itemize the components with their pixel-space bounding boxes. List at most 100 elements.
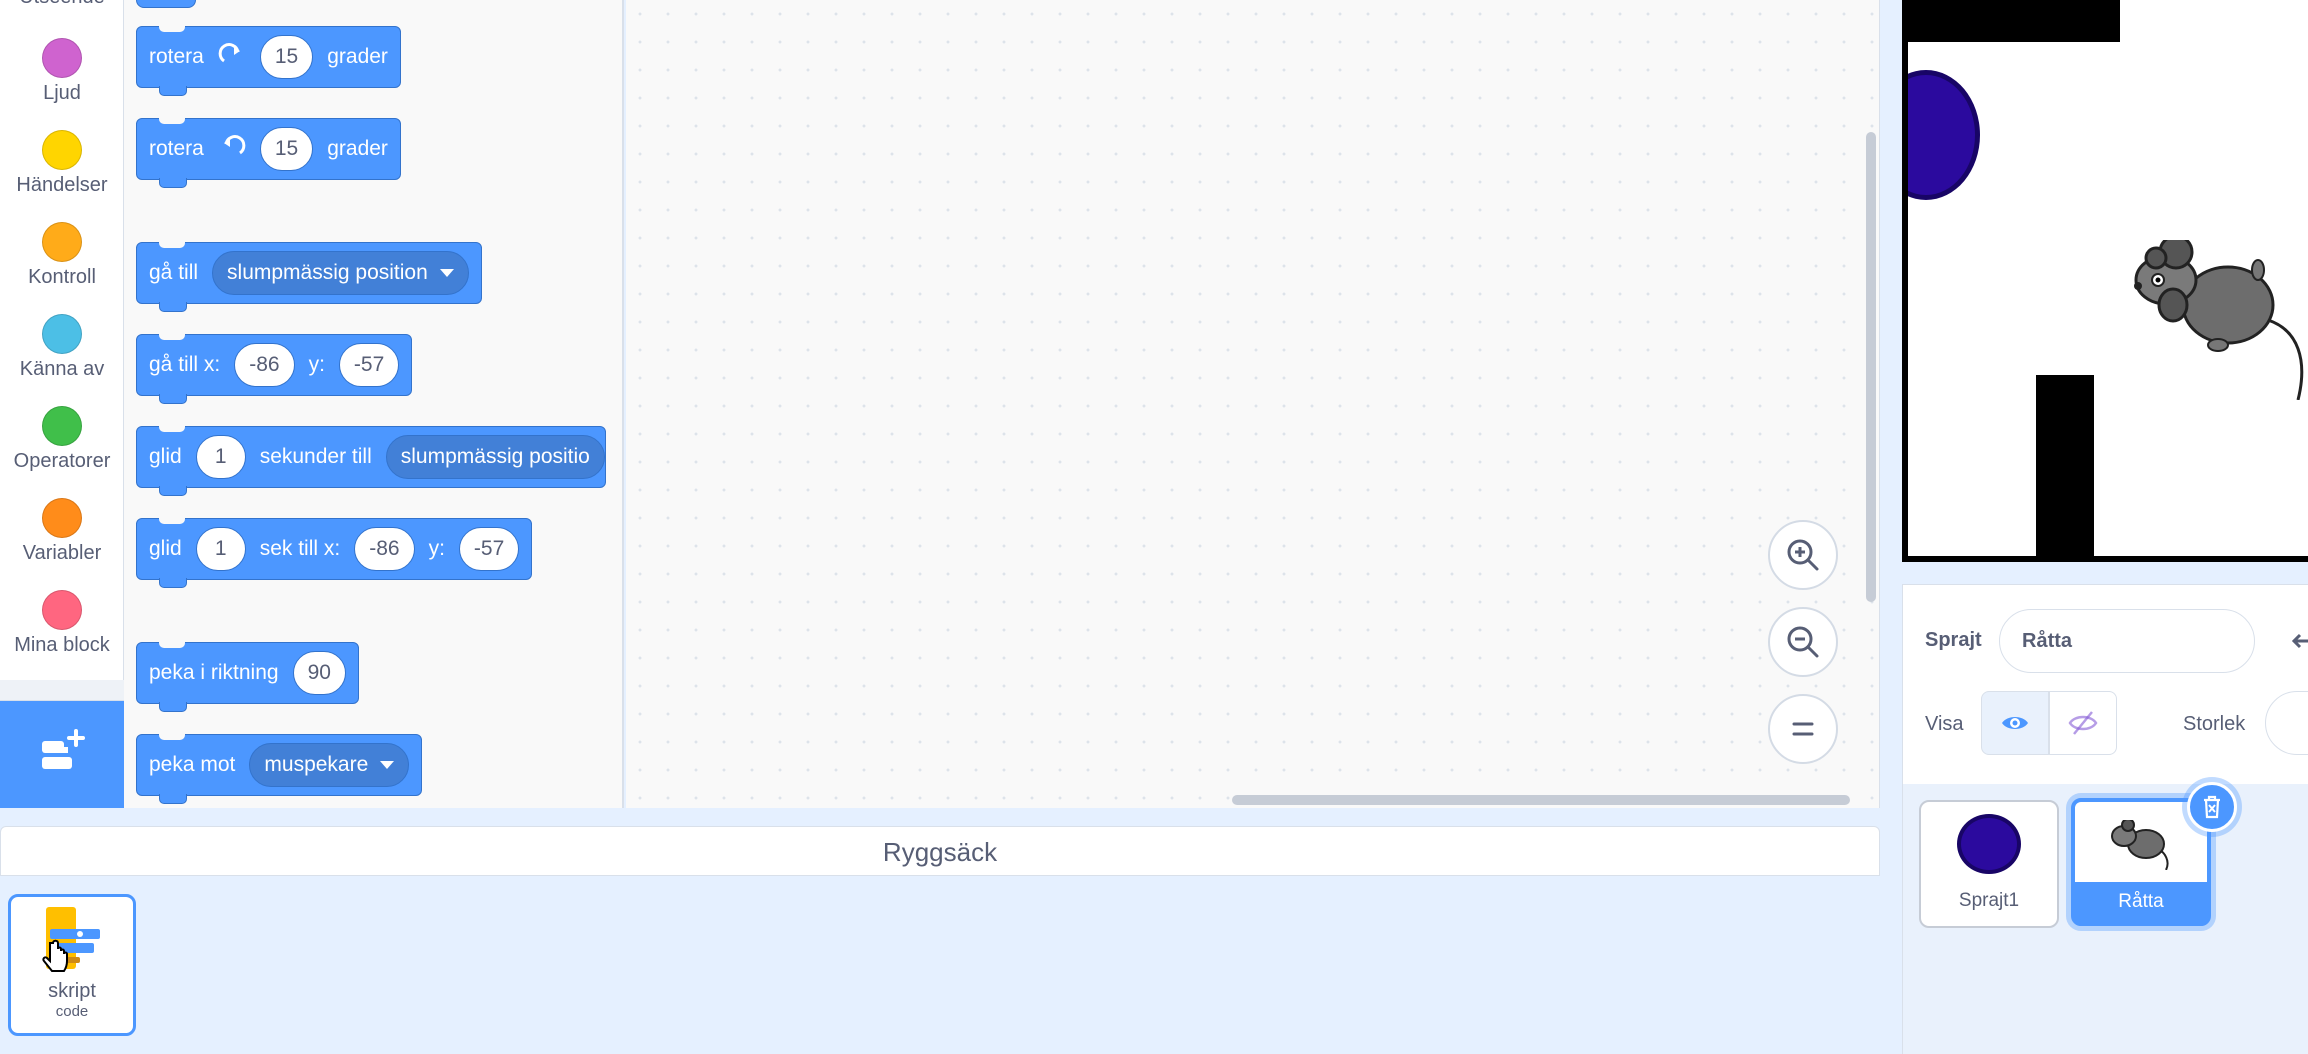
sprite-thumbnail	[2111, 818, 2169, 871]
category-label: Händelser	[16, 174, 108, 196]
my-blocks-category-icon	[42, 590, 82, 630]
category-variables[interactable]: Variabler	[0, 498, 124, 565]
size-label: Storlek	[2183, 713, 2246, 735]
trash-icon	[2204, 795, 2220, 819]
category-events[interactable]: Händelser	[0, 130, 124, 197]
sprite-name-value: Råtta	[2022, 630, 2073, 652]
block-palette: rotera 15 grader rotera 15 grader gå til…	[124, 0, 624, 808]
seconds-input[interactable]: 1	[195, 527, 246, 571]
block-label: peka mot	[149, 753, 236, 776]
category-label: Variabler	[22, 542, 102, 564]
stage[interactable]	[1902, 0, 2308, 562]
backpack-header[interactable]: Ryggsäck	[0, 826, 1880, 876]
category-operators[interactable]: Operatorer	[0, 406, 124, 473]
script-workspace[interactable]	[626, 0, 1880, 808]
backpack-title: Ryggsäck	[882, 837, 998, 867]
sprite-name-label: Sprajt	[1925, 629, 1982, 651]
backpack-item-type: code	[55, 1003, 89, 1020]
show-sprite-button[interactable]	[1981, 691, 2049, 755]
arrow-left-icon	[2291, 633, 2308, 649]
add-extension-button[interactable]	[0, 700, 124, 808]
point-towards-block[interactable]: peka mot muspekare	[136, 733, 423, 804]
x-input[interactable]: -86	[234, 343, 295, 387]
sprite-tile-name: Råtta	[2075, 882, 2207, 926]
zoom-reset-button[interactable]	[1768, 694, 1838, 764]
block-label: y:	[308, 353, 325, 376]
backpack-item-name: skript	[48, 980, 96, 1002]
category-scroll-fade	[0, 680, 124, 700]
chevron-down-icon	[380, 761, 395, 769]
turn-right-block[interactable]: rotera 15 grader	[136, 25, 401, 96]
glide-xy-block[interactable]: glid 1 sek till x: -86 y: -57	[136, 517, 533, 588]
dropdown-value: slumpmässig positio	[400, 445, 590, 468]
category-label: Känna av	[19, 358, 105, 380]
add-extension-icon	[42, 729, 85, 769]
zoom-in-button[interactable]	[1768, 520, 1838, 590]
zoom-in-icon	[1787, 539, 1819, 571]
block-label: glid	[149, 537, 182, 560]
goto-target-dropdown[interactable]: slumpmässig position	[212, 251, 469, 295]
category-looks[interactable]: Utseende	[0, 0, 124, 9]
backpack-item[interactable]: skript code	[8, 894, 136, 1036]
glide-block[interactable]: glid 1 sekunder till slumpmässig positio	[136, 425, 606, 496]
category-label: Operatorer	[13, 450, 111, 472]
glide-target-dropdown[interactable]: slumpmässig positio	[385, 435, 605, 479]
sound-category-icon	[42, 38, 82, 78]
eye-slash-icon	[2068, 711, 2098, 735]
sprite-info-panel: Sprajt Råtta Visa Storlek	[1902, 584, 2308, 784]
block-label: grader	[327, 137, 388, 160]
block-label: sekunder till	[259, 445, 372, 468]
rotate-counterclockwise-icon	[223, 135, 246, 155]
eye-icon	[2002, 717, 2028, 729]
delete-sprite-button[interactable]	[2187, 782, 2237, 832]
x-input[interactable]: -86	[354, 527, 415, 571]
turn-left-block[interactable]: rotera 15 grader	[136, 117, 401, 188]
sensing-category-icon	[42, 314, 82, 354]
point-towards-dropdown[interactable]: muspekare	[249, 743, 410, 787]
mouse-sprite[interactable]	[2118, 240, 2308, 400]
category-label: Mina block	[14, 634, 110, 656]
operators-category-icon	[42, 406, 82, 446]
degrees-input[interactable]: 15	[259, 127, 314, 171]
rotate-clockwise-icon	[218, 43, 240, 63]
backpack-list	[0, 876, 1880, 1054]
equals-icon	[1792, 722, 1814, 736]
dropdown-value: muspekare	[264, 753, 369, 776]
size-input[interactable]	[2265, 691, 2308, 755]
direction-input[interactable]: 90	[292, 651, 346, 695]
degrees-input[interactable]: 15	[259, 35, 314, 79]
sprite-ball[interactable]	[1908, 70, 1980, 200]
variables-category-icon	[42, 498, 82, 538]
seconds-input[interactable]: 1	[195, 435, 246, 479]
sprite-name-input[interactable]: Råtta	[1999, 609, 2255, 673]
block-label: rotera	[149, 45, 204, 68]
category-my-blocks[interactable]: Mina block	[0, 590, 124, 657]
category-sound[interactable]: Ljud	[0, 38, 124, 105]
block-label: glid	[149, 445, 182, 468]
zoom-out-button[interactable]	[1768, 607, 1838, 677]
category-menu: Utseende Ljud Händelser Kontroll Känna a…	[0, 0, 124, 808]
category-label: Kontroll	[28, 266, 96, 288]
sprite-thumbnail	[1957, 814, 2021, 874]
hide-sprite-button[interactable]	[2049, 691, 2117, 755]
y-input[interactable]: -57	[458, 527, 520, 571]
point-in-direction-block[interactable]: peka i riktning 90	[136, 641, 359, 712]
workspace-vertical-scrollbar[interactable]	[1866, 132, 1876, 602]
show-label: Visa	[1925, 713, 1964, 735]
block-label: sek till x:	[259, 537, 341, 560]
block-fragment[interactable]	[136, 0, 196, 8]
category-control[interactable]: Kontroll	[0, 222, 124, 289]
maze-wall	[2036, 375, 2094, 556]
workspace-horizontal-scrollbar[interactable]	[1232, 795, 1850, 805]
goto-xy-block[interactable]: gå till x: -86 y: -57	[136, 333, 413, 404]
category-sensing[interactable]: Känna av	[0, 314, 124, 381]
sprite-tile[interactable]: Sprajt1	[1919, 800, 2059, 928]
y-input[interactable]: -57	[338, 343, 400, 387]
block-label: peka i riktning	[149, 661, 279, 684]
control-category-icon	[42, 222, 82, 262]
block-label: rotera	[149, 137, 204, 160]
block-label: gå till x:	[149, 353, 221, 376]
category-label: Utseende	[19, 0, 105, 8]
sprite-tile-name: Sprajt1	[1958, 890, 2020, 911]
goto-block[interactable]: gå till slumpmässig position	[136, 241, 482, 312]
